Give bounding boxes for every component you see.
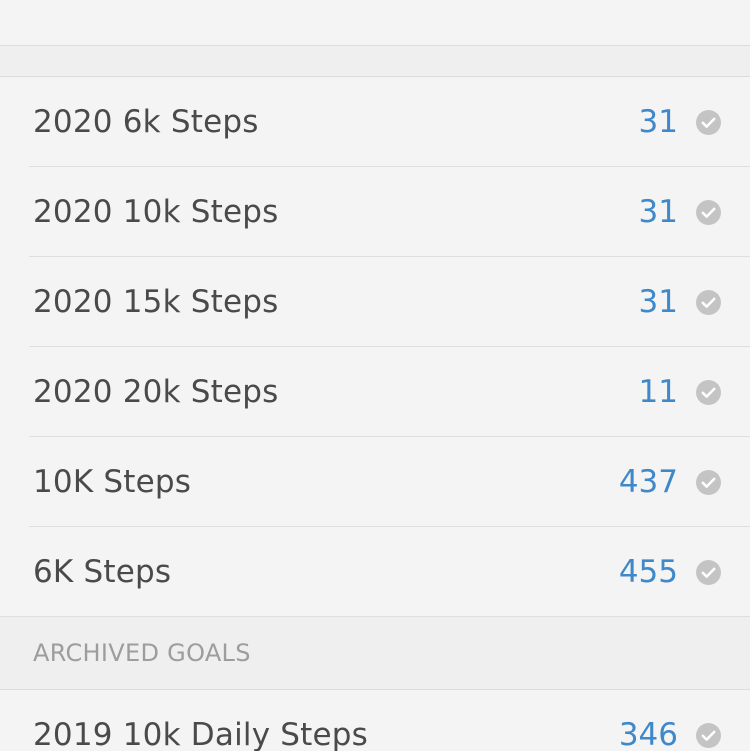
goal-row[interactable]: 2020 6k Steps 31 [0, 77, 750, 167]
archived-goals-list: 2019 10k Daily Steps 346 [0, 690, 750, 751]
goal-label: 10K Steps [33, 464, 192, 500]
goal-count: 437 [618, 464, 678, 500]
goal-label: 2020 10k Steps [33, 194, 279, 230]
goal-label: 2020 20k Steps [33, 374, 279, 410]
goal-count: 31 [638, 284, 678, 320]
goal-row[interactable]: 2020 15k Steps 31 [0, 257, 750, 347]
goal-row[interactable]: 2020 10k Steps 31 [0, 167, 750, 257]
checkmark-circle-icon [696, 722, 721, 748]
goal-count: 346 [618, 717, 678, 751]
checkmark-circle-icon [696, 559, 721, 585]
goal-count: 31 [638, 104, 678, 140]
goal-count: 455 [618, 554, 678, 590]
checkmark-circle-icon [696, 109, 721, 135]
goal-row[interactable]: 2020 20k Steps 11 [0, 347, 750, 437]
archived-goal-row[interactable]: 2019 10k Daily Steps 346 [0, 690, 750, 751]
section-spacer [0, 46, 750, 77]
goal-label: 2019 10k Daily Steps [33, 717, 369, 751]
archived-goals-title: ARCHIVED GOALS [33, 639, 251, 667]
goal-count: 31 [638, 194, 678, 230]
goal-row[interactable]: 6K Steps 455 [0, 527, 750, 617]
goals-screen: 2020 6k Steps 31 2020 10k Steps 31 2020 … [0, 0, 750, 751]
active-goals-list: 2020 6k Steps 31 2020 10k Steps 31 2020 … [0, 77, 750, 617]
checkmark-circle-icon [696, 289, 721, 315]
goal-label: 2020 6k Steps [33, 104, 259, 140]
checkmark-circle-icon [696, 199, 721, 225]
goal-label: 6K Steps [33, 554, 172, 590]
goal-count: 11 [638, 374, 678, 410]
checkmark-circle-icon [696, 379, 721, 405]
goal-label: 2020 15k Steps [33, 284, 279, 320]
goal-row[interactable]: 10K Steps 437 [0, 437, 750, 527]
top-bar [0, 0, 750, 46]
archived-goals-header: ARCHIVED GOALS [0, 617, 750, 690]
checkmark-circle-icon [696, 469, 721, 495]
